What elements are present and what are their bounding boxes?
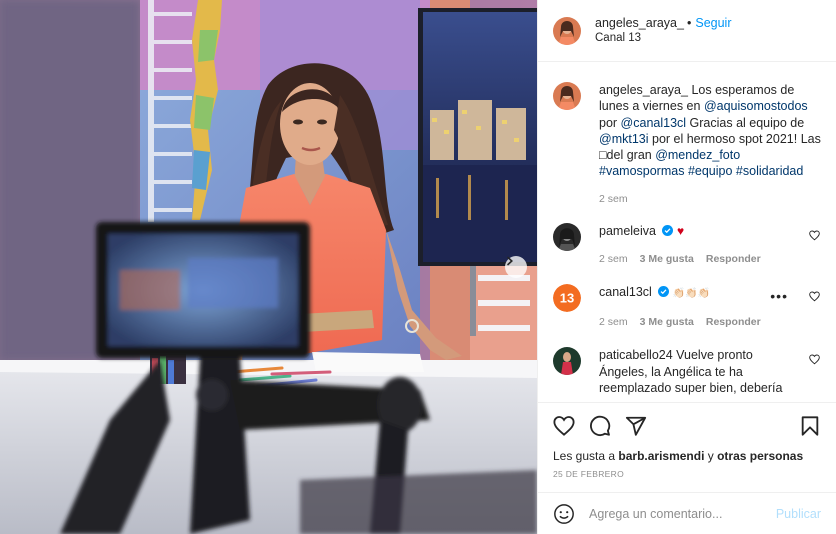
comments-list[interactable]: angeles_araya_ Los esperamos de lunes a …: [538, 62, 836, 402]
caption-fragment: por: [599, 115, 621, 130]
comment-avatar[interactable]: 13: [553, 284, 581, 313]
post-header: angeles_araya_ • Seguir Canal 13: [538, 0, 836, 62]
more-options-icon[interactable]: •••: [770, 288, 788, 304]
smiley-icon: [554, 503, 574, 524]
comment-username[interactable]: paticabello24: [599, 348, 673, 362]
next-photo-button[interactable]: [505, 256, 527, 278]
publish-button[interactable]: Publicar: [776, 507, 821, 521]
canal13-logo-text: 13: [560, 291, 574, 306]
post-location[interactable]: Canal 13: [595, 31, 732, 46]
paper-plane-icon: [625, 416, 647, 436]
mention-link[interactable]: @canal13cl: [621, 116, 687, 130]
likes-user-link[interactable]: barb.arismendi: [618, 449, 704, 463]
verified-badge-icon: [658, 286, 670, 298]
author-avatar[interactable]: [553, 16, 581, 45]
comment-input[interactable]: [589, 506, 776, 521]
comment-username[interactable]: pameleiva: [599, 224, 656, 238]
save-button[interactable]: [799, 415, 821, 437]
mention-link[interactable]: @aquisomostodos: [704, 99, 808, 113]
bookmark-icon: [801, 416, 819, 436]
heart-outline-icon[interactable]: [809, 230, 820, 241]
caption-avatar[interactable]: [553, 82, 581, 110]
reply-button[interactable]: Responder: [706, 316, 761, 328]
hashtag-link[interactable]: #solidaridad: [736, 164, 803, 178]
share-button[interactable]: [625, 415, 647, 437]
post-actions: Les gusta a barb.arismendi y otras perso…: [538, 402, 836, 479]
follow-button[interactable]: Seguir: [695, 16, 731, 30]
heart-outline-icon[interactable]: [809, 291, 820, 302]
comment-button[interactable]: [589, 415, 611, 437]
reply-button[interactable]: Responder: [706, 253, 761, 265]
comment-text: 👏🏻👏🏻👏🏻: [672, 288, 711, 300]
caption-row: angeles_araya_ Los esperamos de lunes a …: [553, 82, 821, 206]
comment-time[interactable]: 2 sem: [599, 316, 628, 328]
verified-badge-icon: [662, 224, 674, 236]
post-photo: [0, 0, 537, 534]
separator-dot: •: [686, 16, 692, 30]
caption-fragment: Gracias al equipo de: [686, 115, 805, 130]
comment-likes[interactable]: 3 Me gusta: [640, 253, 694, 265]
comment-time[interactable]: 2 sem: [599, 253, 628, 265]
comment-row: paticabello24 Vuelve pronto Ángeles, la …: [553, 347, 821, 396]
speech-bubble-icon: [590, 415, 611, 436]
chevron-right-icon: [507, 256, 513, 266]
heart-outline-icon: [553, 416, 575, 436]
post-sidebar: angeles_araya_ • Seguir Canal 13 angeles…: [537, 0, 836, 534]
comment-avatar[interactable]: [553, 347, 581, 376]
author-username[interactable]: angeles_araya_: [595, 16, 684, 30]
likes-others-link[interactable]: otras personas: [717, 449, 803, 463]
likes-summary: Les gusta a barb.arismendi y otras perso…: [553, 448, 821, 464]
caption-text: angeles_araya_ Los esperamos de lunes a …: [599, 82, 821, 180]
post-date[interactable]: 25 DE FEBRERO: [553, 469, 821, 479]
heart-outline-icon[interactable]: [809, 354, 820, 365]
mention-link[interactable]: @mendez_foto: [655, 148, 740, 162]
likes-prefix: Les gusta a: [553, 449, 619, 463]
hashtag-link[interactable]: #vamospormas: [599, 164, 684, 178]
comment-row: 13 canal13cl 👏🏻👏🏻👏🏻 2 sem 3 Me gusta Respo…: [553, 284, 821, 329]
comment-text: ♥: [676, 223, 685, 238]
emoji-button[interactable]: [553, 503, 575, 525]
studio-photo-illustration: [0, 0, 537, 534]
comment-row: pameleiva ♥ 2 sem 3 Me gusta Responder: [553, 222, 821, 266]
hashtag-link[interactable]: #equipo: [688, 164, 733, 178]
comment-avatar[interactable]: [553, 222, 581, 251]
comment-composer: Publicar: [538, 492, 836, 534]
caption-meta: 2 sem: [599, 192, 821, 206]
caption-username[interactable]: angeles_araya_: [599, 83, 688, 97]
instagram-post-modal: angeles_araya_ • Seguir Canal 13 angeles…: [0, 0, 836, 534]
likes-mid: y: [704, 449, 718, 463]
comment-username[interactable]: canal13cl: [599, 285, 652, 299]
like-button[interactable]: [553, 415, 575, 437]
comment-likes[interactable]: 3 Me gusta: [640, 316, 694, 328]
mention-link[interactable]: @mkt13i: [599, 132, 649, 146]
caption-time[interactable]: 2 sem: [599, 193, 628, 205]
